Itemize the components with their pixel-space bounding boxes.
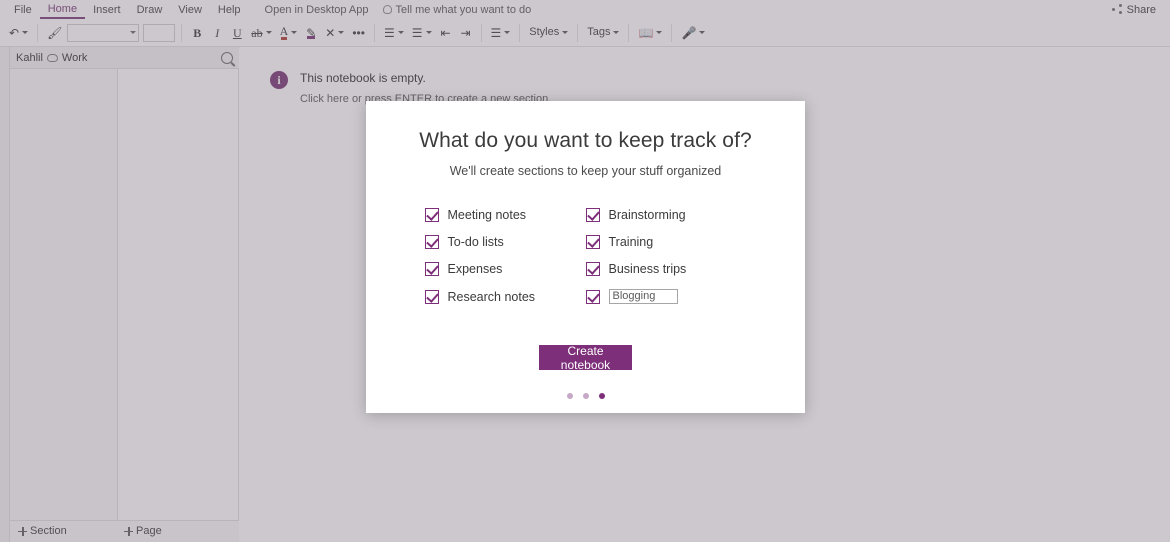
checkbox-icon[interactable] — [424, 262, 439, 276]
dialog-pager — [366, 393, 805, 399]
checkbox-icon[interactable] — [585, 208, 600, 222]
checkbox-label: To-do lists — [447, 235, 504, 249]
pager-dot-2[interactable] — [582, 393, 589, 399]
checkbox-option-research-notes[interactable]: Research notes — [424, 289, 586, 304]
checkbox-label: Training — [608, 235, 654, 249]
checkbox-option-training[interactable]: Training — [585, 235, 747, 249]
create-notebook-dialog: What do you want to keep track of? We'll… — [366, 101, 805, 413]
checkbox-option-meeting-notes[interactable]: Meeting notes — [424, 208, 586, 222]
checkbox-icon[interactable] — [424, 208, 439, 222]
create-notebook-button[interactable]: Create notebook — [539, 344, 632, 372]
checkbox-option-expenses[interactable]: Expenses — [424, 262, 586, 276]
checkbox-label: Business trips — [608, 262, 687, 276]
checkbox-label: Brainstorming — [608, 208, 686, 222]
checkbox-icon[interactable] — [585, 235, 600, 249]
checkbox-icon[interactable] — [585, 262, 600, 276]
checkbox-icon[interactable] — [585, 289, 600, 304]
checkbox-option-to-do-lists[interactable]: To-do lists — [424, 235, 586, 249]
custom-topic-input[interactable]: Blogging — [608, 289, 678, 304]
checkbox-option-custom[interactable]: Blogging — [585, 289, 747, 304]
topic-checkbox-grid: Meeting notes Brainstorming To-do lists … — [424, 208, 747, 304]
checkbox-option-brainstorming[interactable]: Brainstorming — [585, 208, 747, 222]
dialog-actions: Create notebook — [366, 344, 805, 372]
dialog-subtitle: We'll create sections to keep your stuff… — [449, 164, 722, 178]
pager-dot-1[interactable] — [566, 393, 573, 399]
checkbox-label: Expenses — [447, 262, 503, 276]
pager-dot-3[interactable] — [598, 393, 605, 399]
dialog-title: What do you want to keep track of? — [419, 129, 752, 152]
app-root: File Home Insert Draw View Help Open in … — [0, 0, 1170, 542]
checkbox-label: Meeting notes — [447, 208, 527, 222]
checkbox-icon[interactable] — [424, 289, 439, 304]
checkbox-label: Research notes — [447, 289, 536, 304]
checkbox-icon[interactable] — [424, 235, 439, 249]
checkbox-option-business-trips[interactable]: Business trips — [585, 262, 747, 276]
